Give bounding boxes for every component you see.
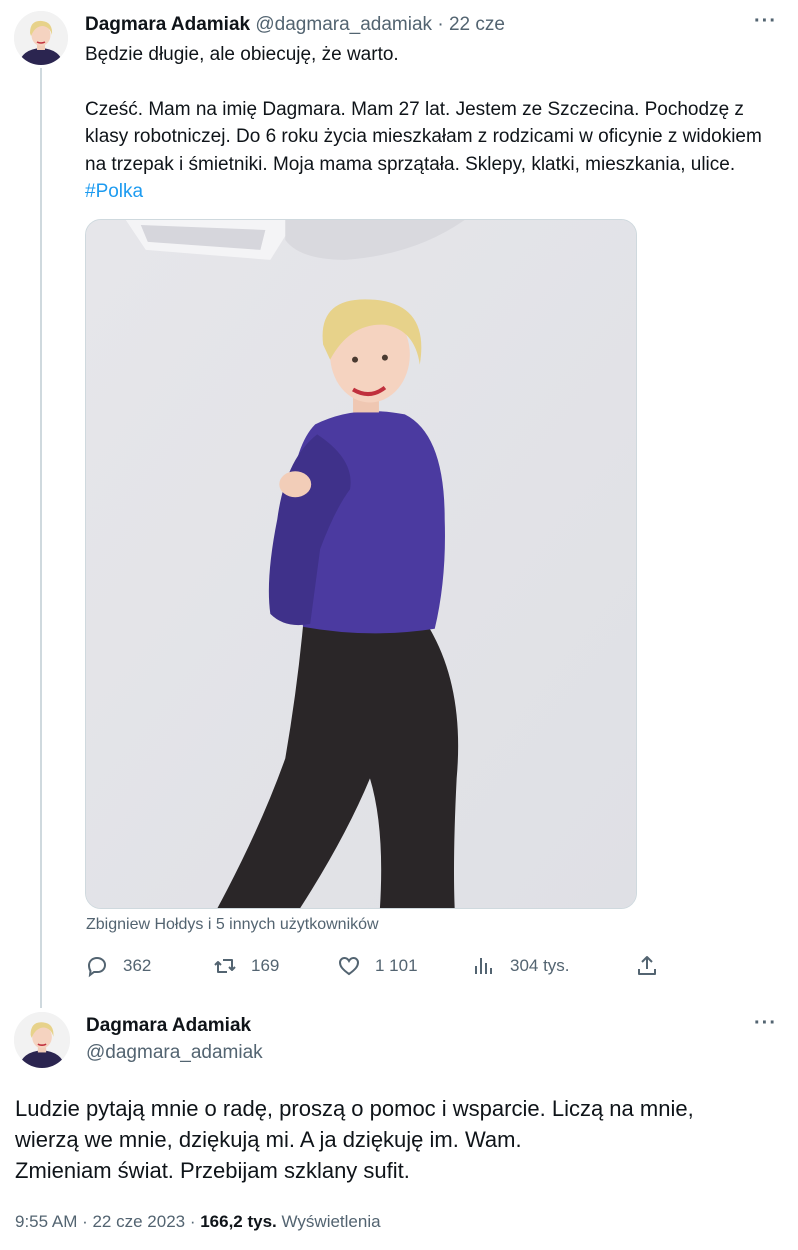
reply-count: 362: [123, 956, 152, 975]
more-options-icon[interactable]: ···: [754, 11, 777, 31]
author-avatar[interactable]: [14, 1012, 70, 1068]
author-handle[interactable]: @dagmara_adamiak: [86, 1041, 263, 1065]
tweet-text: Będzie długie, ale obiecuję, że warto. C…: [85, 41, 775, 206]
more-options-icon[interactable]: ···: [754, 1013, 777, 1033]
tweet-photo[interactable]: [85, 219, 637, 909]
retweet-count: 169: [251, 956, 280, 975]
views-label: Wyświetlenia: [281, 1212, 381, 1231]
heart-icon: [337, 954, 361, 978]
hashtag-link[interactable]: #Polka: [85, 181, 143, 202]
tweet-text-line: wierzą we mnie, dziękują mi. A ja dzięku…: [15, 1127, 522, 1152]
reply-icon: [85, 954, 109, 978]
like-button[interactable]: 1 101: [337, 951, 418, 981]
author-handle[interactable]: @dagmara_adamiak: [255, 14, 432, 35]
avatar-image: [14, 11, 68, 65]
tagged-users[interactable]: Zbigniew Hołdys i 5 innych użytkowników: [86, 914, 379, 936]
tweet-header: Dagmara Adamiak @dagmara_adamiak · 22 cz…: [85, 13, 505, 37]
tweet-text-line: Będzie długie, ale obiecuję, że warto.: [85, 44, 399, 65]
tweet-body-text: Cześć. Mam na imię Dagmara. Mam 27 lat. …: [85, 98, 762, 175]
tweet-date[interactable]: 22 cze: [449, 14, 505, 35]
retweet-icon: [213, 954, 237, 978]
views-button[interactable]: 304 tys.: [472, 951, 570, 981]
tweet-text: Ludzie pytają mnie o radę, proszą o pomo…: [15, 1093, 785, 1186]
like-count: 1 101: [375, 956, 418, 975]
tweet-thread: Dagmara Adamiak @dagmara_adamiak · 22 cz…: [0, 0, 798, 1250]
reply-button[interactable]: 362: [85, 951, 151, 981]
tweet-metadata: 9:55 AM · 22 cze 2023 · 166,2 tys. Wyświ…: [15, 1210, 381, 1234]
views-chart-icon: [472, 954, 496, 978]
header-separator: ·: [437, 14, 444, 35]
author-avatar[interactable]: [14, 11, 68, 65]
avatar-image: [14, 1012, 70, 1068]
share-icon: [635, 954, 659, 978]
tweet-timestamp[interactable]: 9:55 AM · 22 cze 2023 ·: [15, 1212, 200, 1231]
tweet-action-bar: 362 169 1 101 304 tys.: [85, 951, 665, 981]
tweet-text-line: Ludzie pytają mnie o radę, proszą o pomo…: [15, 1096, 694, 1121]
tweet-text-line: Zmieniam świat. Przebijam szklany sufit.: [15, 1158, 410, 1183]
share-button[interactable]: [635, 951, 659, 981]
retweet-button[interactable]: 169: [213, 951, 279, 981]
tweet-text-body: Cześć. Mam na imię Dagmara. Mam 27 lat. …: [85, 96, 775, 206]
author-name[interactable]: Dagmara Adamiak: [86, 1014, 251, 1038]
views-count: 304 tys.: [510, 956, 570, 975]
thread-connector-line: [40, 68, 42, 1008]
views-total: 166,2 tys.: [200, 1212, 277, 1231]
photo-image: [86, 220, 636, 908]
author-name[interactable]: Dagmara Adamiak: [85, 14, 250, 35]
